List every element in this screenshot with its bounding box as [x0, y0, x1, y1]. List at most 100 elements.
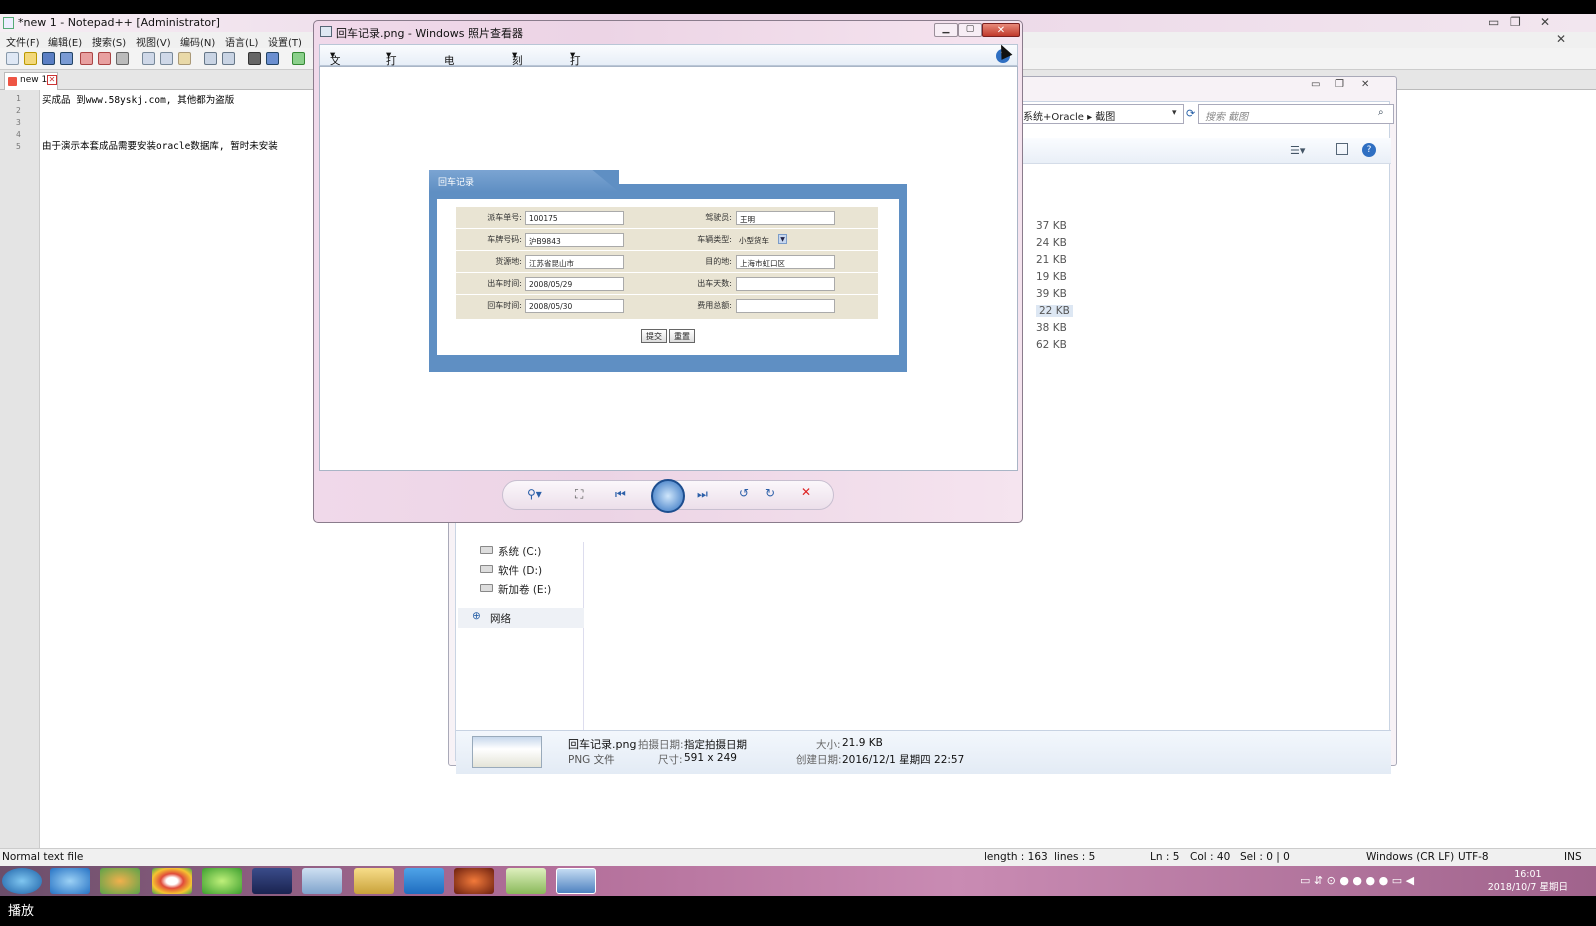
viewer-menu-open[interactable]: 打开(O) ▾	[570, 49, 586, 95]
maximize-icon[interactable]: ❐	[1510, 15, 1521, 29]
preview-pane-icon[interactable]	[1336, 143, 1348, 155]
detail-size: 21.9 KB	[842, 737, 883, 749]
detail-created: 2016/12/1 星期四 22:57	[842, 754, 965, 766]
viewer-close-button[interactable]: ✕	[982, 23, 1020, 37]
viewer-menu-burn[interactable]: 刻录(U) ▾	[512, 49, 528, 95]
clock-time: 16:01	[1514, 869, 1542, 880]
detail-label: 拍摄日期:	[638, 739, 684, 751]
code-line-5[interactable]: 由于演示本套成品需要安装oracle数据库, 暂时未安装	[42, 138, 312, 152]
eclipse-icon[interactable]	[252, 868, 292, 894]
undo-icon[interactable]	[204, 52, 217, 65]
close-all-icon[interactable]	[98, 52, 111, 65]
photo-viewer-window: 回车记录.png - Windows 照片查看器 ▁ ▢ ✕ 文件(F) ▾ 打…	[313, 20, 1023, 523]
viewer-minimize-icon[interactable]: ▁	[934, 23, 958, 37]
driver-input: 王明	[736, 211, 835, 225]
close-doc-icon[interactable]: ✕	[1556, 32, 1566, 46]
tree-item-d[interactable]: 软件 (D:)	[458, 561, 584, 581]
slideshow-button[interactable]	[651, 479, 685, 513]
status-col: Col : 40	[1190, 851, 1231, 863]
explorer-maximize-icon[interactable]: ❐	[1335, 79, 1344, 90]
photo-viewer-taskbar-icon[interactable]	[556, 868, 596, 894]
close-file-icon[interactable]	[80, 52, 93, 65]
clock[interactable]: 16:01 2018/10/7 星期日	[1488, 868, 1568, 894]
folder-icon[interactable]	[354, 868, 394, 894]
search-input[interactable]: 搜索 截图	[1198, 104, 1394, 124]
chevron-down-icon: ▼	[778, 234, 787, 244]
tab-close-icon[interactable]: ✕	[47, 75, 57, 85]
app-icon[interactable]	[100, 868, 140, 894]
wps-icon[interactable]	[404, 868, 444, 894]
form-row: 回车时间: 2008/05/30 费用总额:	[456, 295, 878, 317]
viewer-menu-file[interactable]: 文件(F) ▾	[330, 49, 344, 95]
save-all-icon[interactable]	[60, 52, 73, 65]
tab-new-1[interactable]: new 1 ✕	[4, 72, 58, 90]
app-icon[interactable]	[454, 868, 494, 894]
zoom-icon[interactable]	[292, 52, 305, 65]
details-pane: 回车记录.png PNG 文件 拍摄日期: 指定拍摄日期 尺寸: 591 x 2…	[456, 730, 1391, 774]
start-button[interactable]	[2, 868, 42, 894]
rotate-right-icon[interactable]: ↻	[765, 486, 775, 500]
new-file-icon[interactable]	[6, 52, 19, 65]
previous-icon[interactable]: ⏮	[615, 487, 626, 502]
copy-icon[interactable]	[160, 52, 173, 65]
search-icon[interactable]: ⌕	[1378, 107, 1384, 118]
notepad-statusbar: Normal text file length : 163 lines : 5 …	[0, 848, 1596, 866]
image-canvas[interactable]: 回车记录 派车单号: 100175 驾驶员: 王明 车牌号码: 沪B9843 车…	[319, 66, 1018, 471]
ie-icon[interactable]	[50, 868, 90, 894]
menu-file[interactable]: 文件(F)	[6, 34, 40, 49]
network-icon: ⊕	[472, 610, 481, 622]
redo-icon[interactable]	[222, 52, 235, 65]
menu-search[interactable]: 搜索(S)	[92, 34, 126, 49]
field-label: 车牌号码:	[487, 235, 522, 244]
paste-icon[interactable]	[178, 52, 191, 65]
help-icon[interactable]: ?	[1362, 143, 1376, 157]
menu-language[interactable]: 语言(L)	[225, 34, 258, 49]
print-icon[interactable]	[116, 52, 129, 65]
notepad-title: *new 1 - Notepad++ [Administrator]	[18, 16, 220, 29]
delete-icon[interactable]: ✕	[801, 485, 811, 499]
viewer-maximize-icon[interactable]: ▢	[958, 23, 982, 37]
next-icon[interactable]: ⏭	[697, 487, 708, 502]
close-icon[interactable]: ✕	[1540, 15, 1550, 29]
field-label: 车辆类型:	[697, 235, 732, 244]
refresh-icon[interactable]: ⟳	[1186, 107, 1195, 120]
tree-item-network[interactable]: ⊕ 网络	[458, 608, 584, 628]
taskbar: ▭ ⇵ ⊙ ● ● ● ● ▭ ◀ 16:01 2018/10/7 星期日	[0, 866, 1596, 896]
chrome-icon[interactable]	[152, 868, 192, 894]
minimize-icon[interactable]: ▭	[1488, 15, 1499, 29]
file-size-selected: 22 KB	[1036, 305, 1073, 317]
cut-icon[interactable]	[142, 52, 155, 65]
tree-item-c[interactable]: 系统 (C:)	[458, 542, 584, 562]
photo-viewer-icon	[320, 26, 332, 37]
menu-edit[interactable]: 编辑(E)	[48, 34, 82, 49]
rotate-left-icon[interactable]: ↺	[739, 486, 749, 500]
menu-view[interactable]: 视图(V)	[136, 34, 171, 49]
open-file-icon[interactable]	[24, 52, 37, 65]
actual-size-icon[interactable]: ⛶	[575, 487, 583, 502]
address-bar[interactable]: 系统+Oracle ▸ 截图	[1020, 104, 1184, 124]
save-icon[interactable]	[42, 52, 55, 65]
tray-icons[interactable]: ▭ ⇵ ⊙ ● ● ● ● ▭ ◀	[1300, 874, 1414, 887]
address-dropdown-icon[interactable]: ▾	[1172, 108, 1177, 118]
viewer-menu-print[interactable]: 打印(P) ▾	[386, 49, 401, 95]
code-line-1[interactable]: 买成品 到www.58yskj.com, 其他都为盗版	[42, 92, 234, 106]
detail-label: 大小:	[816, 739, 841, 751]
form-panel: 回车记录 派车单号: 100175 驾驶员: 王明 车牌号码: 沪B9843 车…	[429, 170, 907, 372]
notepadpp-icon[interactable]	[506, 868, 546, 894]
viewer-menubar: 文件(F) ▾ 打印(P) ▾ 电子邮件(E) 刻录(U) ▾ 打开(O) ▾ …	[319, 44, 1018, 125]
zoom-icon[interactable]: ⚲▾	[527, 487, 542, 501]
menu-encoding[interactable]: 编码(N)	[180, 34, 215, 49]
detail-label: 创建日期:	[796, 754, 842, 766]
line-number: 4	[16, 130, 21, 139]
explorer-close-icon[interactable]: ✕	[1361, 79, 1369, 90]
replace-icon[interactable]	[266, 52, 279, 65]
app-icon[interactable]	[302, 868, 342, 894]
tree-item-e[interactable]: 新加卷 (E:)	[458, 580, 584, 600]
view-options-icon[interactable]: ☰▾	[1290, 144, 1305, 157]
select-value: 小型货车	[739, 236, 769, 245]
explorer-minimize-icon[interactable]: ▭	[1311, 79, 1320, 90]
find-icon[interactable]	[248, 52, 261, 65]
tab-label: new 1	[20, 75, 48, 85]
menu-settings[interactable]: 设置(T)	[268, 34, 302, 49]
app-icon[interactable]	[202, 868, 242, 894]
